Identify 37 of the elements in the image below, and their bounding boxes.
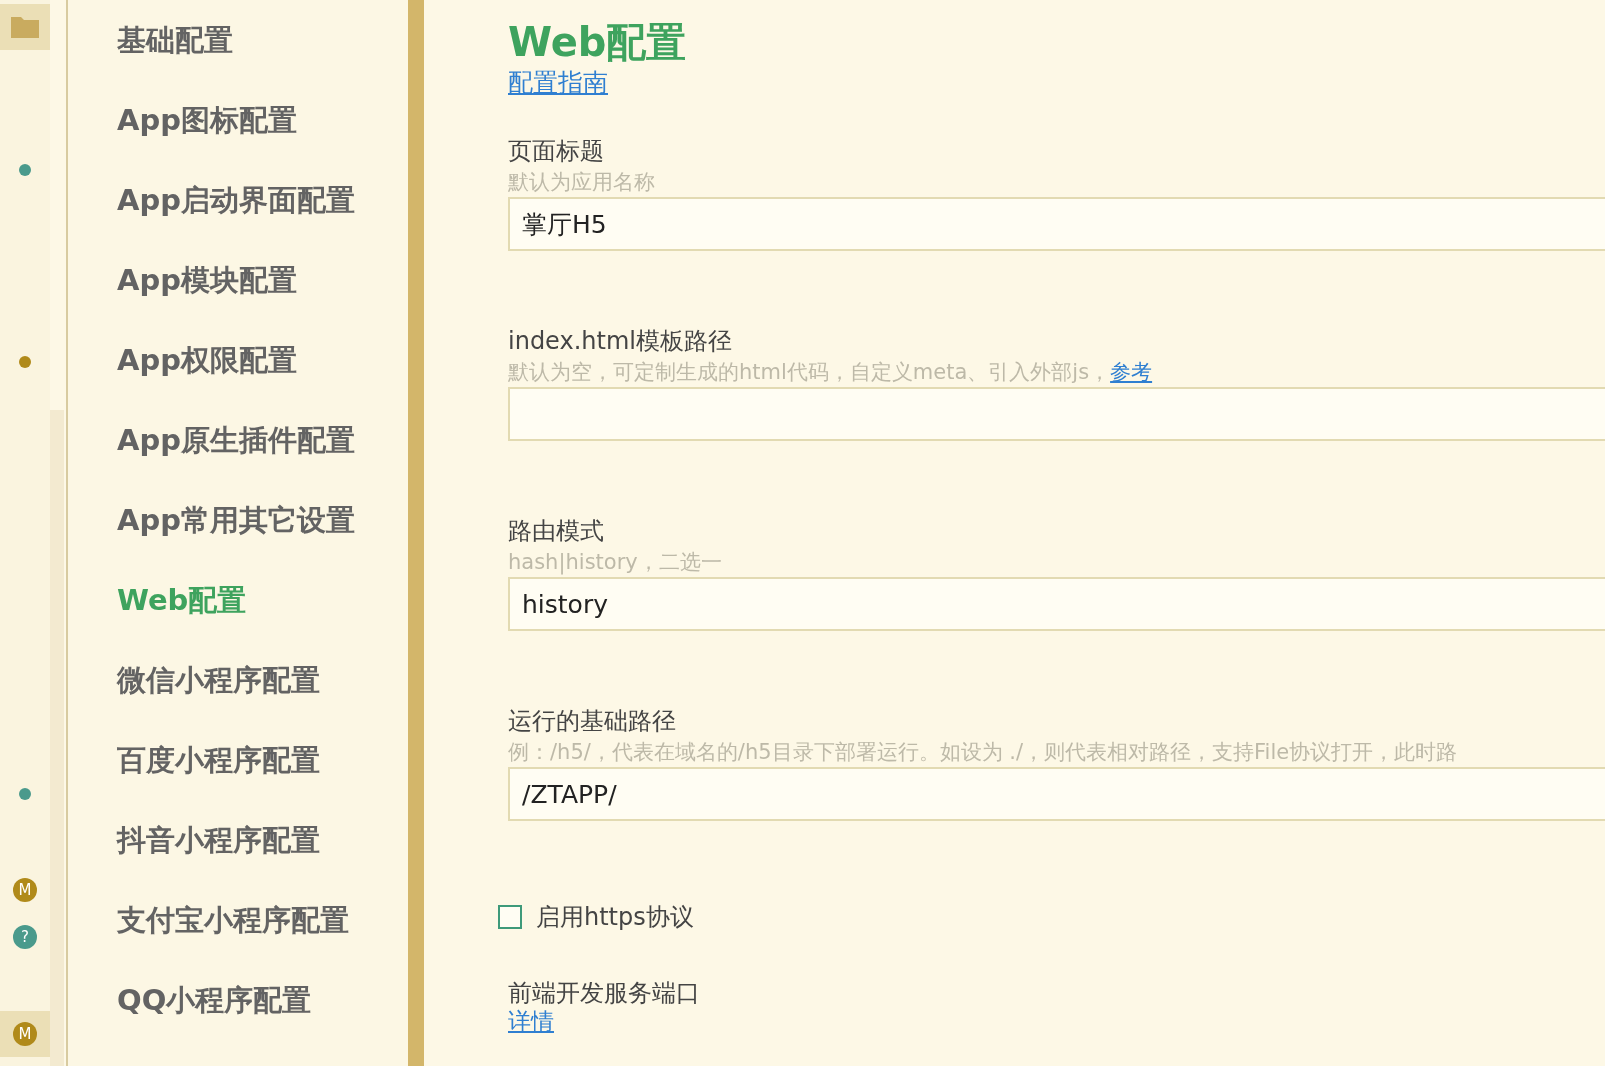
- field-hint: 默认为应用名称: [508, 169, 656, 196]
- status-badge[interactable]: M: [13, 1022, 37, 1046]
- checkbox[interactable]: [498, 905, 522, 929]
- field-label: 前端开发服务端口: [508, 978, 701, 1009]
- nav-item[interactable]: App常用其它设置: [68, 498, 408, 578]
- nav-item[interactable]: Web配置: [68, 578, 408, 658]
- nav-item[interactable]: App原生插件配置: [68, 418, 408, 498]
- field-hint: 默认为空，可定制生成的html代码，自定义meta、引入外部js，参考: [508, 359, 1154, 386]
- status-badge[interactable]: ?: [13, 925, 37, 949]
- nav-item[interactable]: 微信小程序配置: [68, 658, 408, 738]
- input-field[interactable]: history: [508, 577, 1605, 631]
- input-field[interactable]: /ZTAPP/: [508, 767, 1605, 821]
- folder-icon[interactable]: [10, 15, 40, 39]
- guide-link[interactable]: 配置指南: [508, 66, 608, 99]
- nav-item[interactable]: App模块配置: [68, 258, 408, 338]
- nav-item[interactable]: 基础配置: [68, 18, 408, 98]
- field-hint: hash|history，二选一: [508, 549, 723, 577]
- page-title: Web配置: [508, 18, 688, 66]
- input-field[interactable]: 掌厅H5: [508, 197, 1605, 251]
- nav-item[interactable]: QQ小程序配置: [68, 978, 408, 1058]
- field-label: 路由模式: [508, 516, 605, 547]
- field-label: 页面标题: [508, 136, 605, 167]
- nav-item[interactable]: 支付宝小程序配置: [68, 898, 408, 978]
- nav-item[interactable]: 抖音小程序配置: [68, 818, 408, 898]
- details-link[interactable]: 详情: [508, 1009, 554, 1034]
- field-label: 运行的基础路径: [508, 706, 677, 737]
- status-badge[interactable]: M: [13, 878, 37, 902]
- input-field[interactable]: [508, 387, 1605, 441]
- nav-item[interactable]: App图标配置: [68, 98, 408, 178]
- nav-item[interactable]: App权限配置: [68, 338, 408, 418]
- nav-item[interactable]: 百度小程序配置: [68, 738, 408, 818]
- checkbox-label: 启用https协议: [536, 902, 694, 933]
- splitter-bar[interactable]: [408, 0, 424, 1066]
- reference-link[interactable]: 参考: [1110, 360, 1153, 384]
- nav-item[interactable]: App启动界面配置: [68, 178, 408, 258]
- field-hint: 例：/h5/，代表在域名的/h5目录下部署运行。如设为 ./，则代表相对路径，支持File协议打开，此时路: [508, 739, 1459, 766]
- field-label: index.html模板路径: [508, 326, 733, 357]
